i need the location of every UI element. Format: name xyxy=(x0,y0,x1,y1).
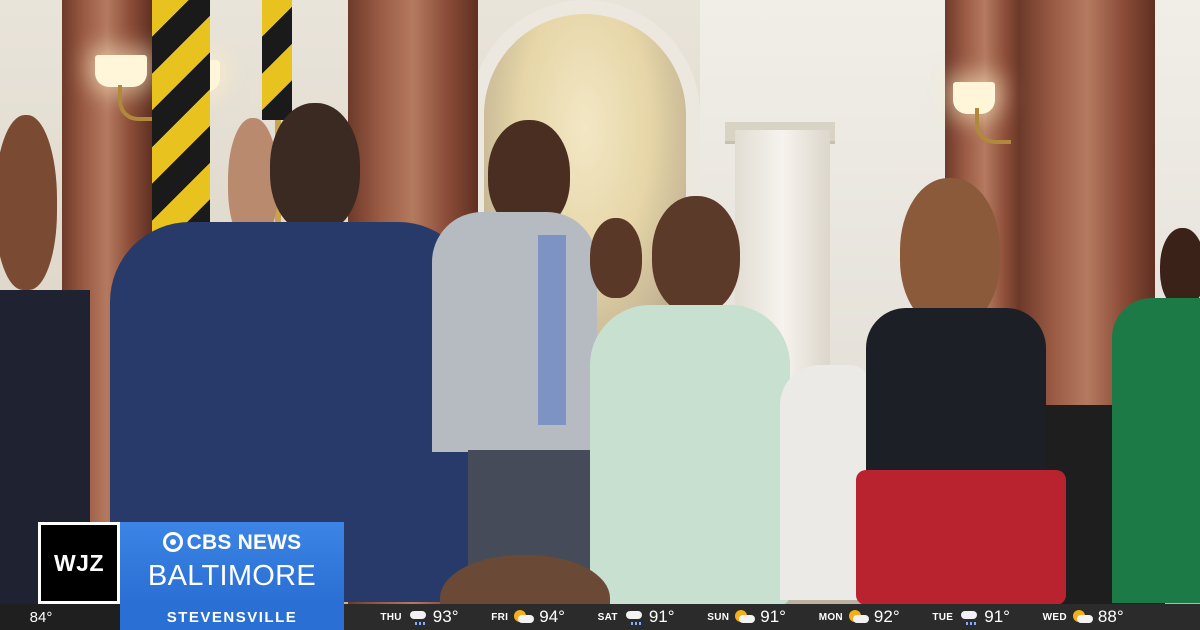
forecast-day: SUN 91° xyxy=(707,607,786,627)
forecast-day-name: TUE xyxy=(932,611,954,623)
sun-cloud-icon xyxy=(734,609,756,625)
forecast-day: TUE 91° xyxy=(932,607,1010,627)
forecast-temp: 91° xyxy=(648,607,675,626)
ticker-location: STEVENSVILLE xyxy=(120,604,344,630)
wall-sconce xyxy=(95,55,147,87)
forecast-day-name: THU xyxy=(380,611,402,623)
forecast-day: MON 92° xyxy=(819,607,900,627)
forecast-strip: THU 93° FRI 94° SAT 91° SUN 91° MON 92° … xyxy=(344,604,1200,630)
sun-cloud-icon xyxy=(513,609,535,625)
current-temperature: 84° xyxy=(0,604,120,630)
forecast-day-name: MON xyxy=(818,611,843,623)
forecast-temp: 91° xyxy=(760,607,786,626)
forecast-day: SAT 91° xyxy=(598,607,675,627)
market-name: BALTIMORE xyxy=(147,560,317,592)
weather-ticker: 84° STEVENSVILLE THU 93° FRI 94° SAT 91°… xyxy=(0,604,1200,630)
forecast-temp: 94° xyxy=(539,607,565,626)
sconce-arm xyxy=(118,85,154,121)
forecast-temp: 92° xyxy=(873,607,900,626)
cbs-eye-icon xyxy=(162,532,183,552)
forecast-day-name: SAT xyxy=(597,611,618,623)
forecast-day-name: FRI xyxy=(491,611,509,623)
rain-cloud-icon xyxy=(623,609,645,625)
forecast-temp: 91° xyxy=(984,607,1010,626)
forecast-day-name: SUN xyxy=(707,611,730,623)
forecast-temp: 93° xyxy=(432,607,459,626)
rain-cloud-icon xyxy=(407,609,429,625)
station-logo-badge: WJZ xyxy=(38,522,120,604)
sun-cloud-icon xyxy=(848,609,870,625)
forecast-day: WED 88° xyxy=(1043,607,1124,627)
network-branding: CBS NEWS BALTIMORE xyxy=(120,522,344,604)
sconce-arm xyxy=(975,108,1011,144)
forecast-temp: 88° xyxy=(1097,607,1124,626)
sun-cloud-icon xyxy=(1072,609,1094,625)
forecast-day: THU 93° xyxy=(380,607,458,627)
station-call-letters: WJZ xyxy=(53,549,105,576)
forecast-day-name: WED xyxy=(1042,611,1067,623)
maryland-flag xyxy=(262,0,292,120)
forecast-day: FRI 94° xyxy=(491,607,565,627)
network-name: CBS NEWS xyxy=(186,531,302,554)
rain-cloud-icon xyxy=(958,609,980,625)
